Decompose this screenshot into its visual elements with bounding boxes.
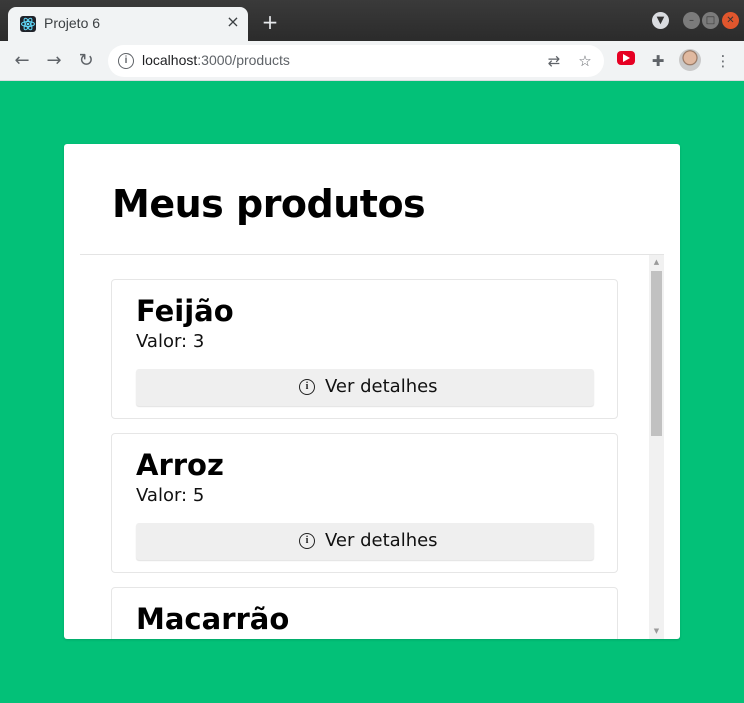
chevron-down-icon: ▼ xyxy=(656,15,665,26)
scrollbar-thumb[interactable] xyxy=(651,271,662,436)
reload-button[interactable]: ↻ xyxy=(74,49,98,73)
tab-title: Projeto 6 xyxy=(44,15,101,31)
youtube-icon[interactable] xyxy=(617,51,635,65)
details-button-label: Ver detalhes xyxy=(325,530,438,551)
url-path: :3000/products xyxy=(197,52,290,68)
tab-search-button[interactable]: ▼ xyxy=(652,12,669,29)
avatar[interactable] xyxy=(679,49,701,71)
window-close-button[interactable]: ✕ xyxy=(722,12,739,29)
kebab-menu-icon[interactable]: ⋮ xyxy=(711,49,735,73)
browser-tab[interactable]: Projeto 6 × xyxy=(8,7,248,41)
details-button-label: Ver detalhes xyxy=(325,376,438,397)
info-icon: i xyxy=(299,533,315,549)
browser-tabbar: Projeto 6 × + ▼ – □ ✕ xyxy=(0,0,744,41)
info-icon: i xyxy=(299,379,315,395)
scroll-up-arrow-icon[interactable]: ▲ xyxy=(649,255,664,270)
page-title: Meus produtos xyxy=(112,182,426,226)
details-button[interactable]: i Ver detalhes xyxy=(136,369,594,406)
product-name: Feijão xyxy=(136,294,234,328)
product-value: Valor: 3 xyxy=(136,331,205,352)
product-card: Feijão Valor: 3 i Ver detalhes xyxy=(111,279,618,419)
site-info-icon[interactable]: i xyxy=(118,53,134,69)
new-tab-button[interactable]: + xyxy=(260,12,280,32)
maximize-button[interactable]: □ xyxy=(702,12,719,29)
forward-arrow-icon: → xyxy=(46,50,62,71)
minimize-button[interactable]: – xyxy=(683,12,700,29)
scroll-down-arrow-icon[interactable]: ▼ xyxy=(649,624,664,639)
reload-icon: ↻ xyxy=(78,50,94,71)
products-card: Meus produtos Feijão Valor: 3 i Ver deta… xyxy=(64,144,680,639)
url-text: localhost:3000/products xyxy=(142,52,290,68)
back-arrow-icon: ← xyxy=(14,50,30,71)
forward-button[interactable]: → xyxy=(42,49,66,73)
puzzle-icon[interactable]: ✚ xyxy=(646,49,670,73)
product-name: Macarrão xyxy=(136,602,290,636)
close-icon[interactable]: × xyxy=(224,13,242,31)
product-name: Arroz xyxy=(136,448,224,482)
react-icon xyxy=(20,16,36,32)
product-value: Valor: 5 xyxy=(136,485,205,506)
back-button[interactable]: ← xyxy=(10,49,34,73)
minimize-icon: – xyxy=(689,15,694,26)
maximize-icon: □ xyxy=(705,15,716,26)
product-card: Macarrão xyxy=(111,587,618,639)
product-card: Arroz Valor: 5 i Ver detalhes xyxy=(111,433,618,573)
scrollbar[interactable]: ▲ ▼ xyxy=(649,255,664,639)
close-icon: ✕ xyxy=(726,15,735,26)
address-bar[interactable]: i localhost:3000/products ⇄ ☆ xyxy=(108,45,604,77)
product-list: Feijão Valor: 3 i Ver detalhes Arroz Val… xyxy=(80,255,664,639)
details-button[interactable]: i Ver detalhes xyxy=(136,523,594,560)
star-icon[interactable]: ☆ xyxy=(575,51,595,71)
translate-icon[interactable]: ⇄ xyxy=(544,51,564,71)
url-host: localhost xyxy=(142,52,198,68)
